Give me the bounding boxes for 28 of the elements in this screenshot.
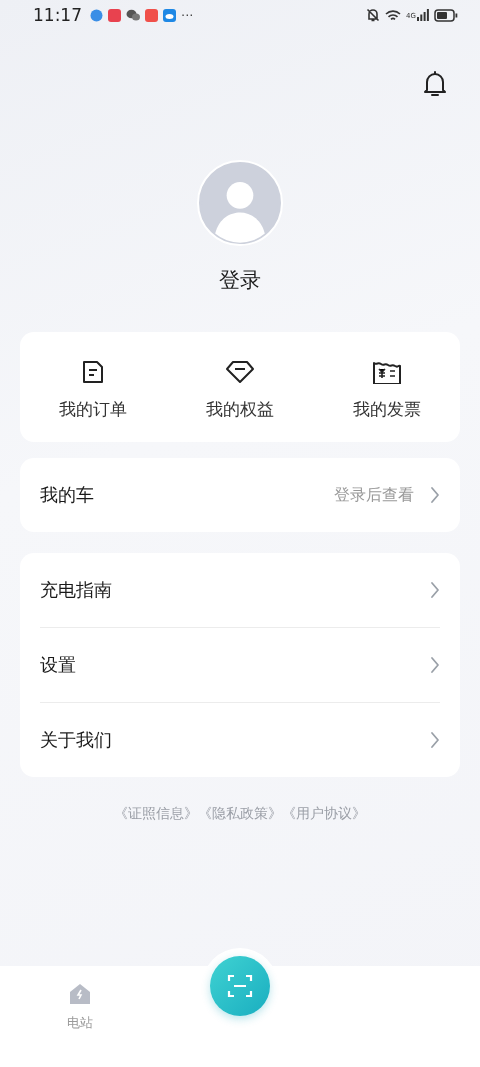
- menu-item[interactable]: 关于我们: [40, 703, 440, 777]
- battery-icon: [434, 8, 458, 22]
- shortcut-label[interactable]: 我的权益: [206, 397, 274, 421]
- chevron-right-icon: [430, 731, 440, 749]
- chevron-right-icon: [430, 486, 440, 504]
- house-bolt-icon: [68, 982, 92, 1006]
- menu-item[interactable]: 设置: [40, 628, 440, 703]
- app-icon: [145, 8, 158, 22]
- app-icon: [90, 8, 103, 22]
- more-notifications: ···: [181, 7, 194, 23]
- notification-bell-icon[interactable]: [422, 70, 448, 98]
- scan-icon: [227, 973, 253, 999]
- wifi-icon: [385, 8, 402, 22]
- app-icon: [108, 8, 121, 22]
- my-car-row[interactable]: 我的车 登录后查看: [20, 458, 460, 532]
- chat-icon: [126, 9, 140, 21]
- menu-item[interactable]: 充电指南: [40, 553, 440, 628]
- weather-icon: [163, 8, 176, 22]
- shortcut-label[interactable]: 我的发票: [352, 397, 421, 421]
- mute-bell-icon: [366, 8, 381, 22]
- row-label: 我的车: [40, 483, 94, 507]
- chevron-right-icon: [430, 581, 440, 599]
- status-time: 11:17: [33, 5, 82, 25]
- login-link[interactable]: 登录: [219, 266, 261, 294]
- chevron-right-icon: [430, 656, 440, 674]
- row-hint: 登录后查看: [334, 484, 414, 506]
- shortcut-label[interactable]: 我的订单: [59, 397, 128, 421]
- signal-icon: [417, 9, 429, 21]
